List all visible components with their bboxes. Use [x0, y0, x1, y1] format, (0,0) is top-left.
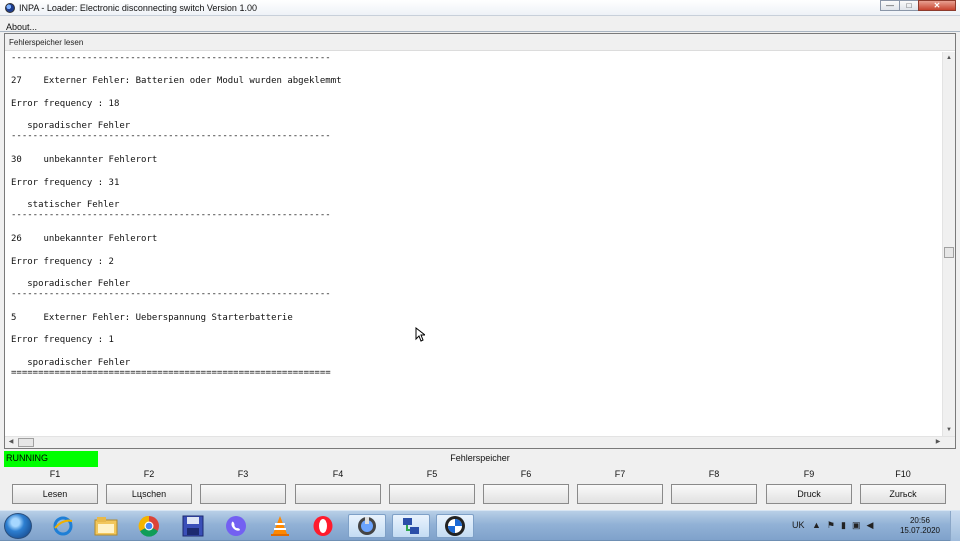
network-app-icon[interactable] — [392, 514, 430, 538]
maximize-button[interactable]: □ — [899, 0, 919, 11]
fault-frequency: Error frequency : 1 — [11, 335, 114, 345]
bmw-icon[interactable] — [436, 514, 474, 538]
vlc-icon[interactable] — [267, 514, 293, 538]
fault-entry-code: 26 unbekannter Fehlerort — [11, 234, 158, 244]
inpa-app-icon — [5, 2, 15, 13]
fault-entry-code: 30 unbekannter Fehlerort — [11, 155, 158, 165]
fkey-f7: F7 — [577, 467, 663, 507]
end-separator-line: ========================================… — [11, 368, 331, 378]
opera-icon[interactable] — [310, 514, 336, 538]
status-bar: Fehlerspeicher RUNNING — [0, 451, 960, 467]
scroll-down-arrow-icon[interactable]: ▼ — [943, 424, 955, 436]
window-controls: — □ ✕ — [880, 0, 956, 11]
f8-button[interactable] — [671, 484, 757, 504]
separator-line: ----------------------------------------… — [11, 131, 331, 141]
save-disk-icon[interactable] — [180, 514, 206, 538]
fkey-f5: F5 — [389, 467, 475, 507]
function-key-bar: F1 Lesen F2 Lцschen F3 F4 F5 F6 F7 F8 F9… — [0, 467, 960, 507]
fkey-f1: F1 Lesen — [12, 467, 98, 507]
loeschen-button[interactable]: Lцschen — [106, 484, 192, 504]
internet-explorer-icon[interactable] — [50, 514, 76, 538]
f4-button[interactable] — [295, 484, 381, 504]
window-title: INPA - Loader: Electronic disconnecting … — [19, 2, 257, 13]
minimize-button[interactable]: — — [880, 0, 900, 11]
horizontal-scroll-thumb[interactable] — [18, 438, 34, 447]
volume-icon[interactable]: ◀ — [866, 520, 873, 531]
horizontal-scrollbar[interactable]: ◀ ▶ — [5, 436, 955, 448]
druck-button[interactable]: Druck — [766, 484, 852, 504]
fault-frequency: Error frequency : 18 — [11, 99, 120, 109]
viber-icon[interactable] — [223, 514, 249, 538]
f7-button[interactable] — [577, 484, 663, 504]
f3-button[interactable] — [200, 484, 286, 504]
fkey-label: F6 — [520, 469, 532, 479]
fkey-f4: F4 — [295, 467, 381, 507]
fkey-f2: F2 Lцschen — [106, 467, 192, 507]
fkey-label: F10 — [895, 469, 911, 479]
scroll-left-arrow-icon[interactable]: ◀ — [6, 437, 16, 448]
f5-button[interactable] — [389, 484, 475, 504]
title-bar[interactable]: INPA - Loader: Electronic disconnecting … — [0, 0, 960, 16]
tray-icons: ▲ ⚑ ▮ ▣ ◀ — [812, 520, 873, 531]
fkey-label: F7 — [614, 469, 626, 479]
windows-taskbar: UK ▲ ⚑ ▮ ▣ ◀ 20:56 15.07.2020 — [0, 510, 960, 541]
fault-frequency: Error frequency : 2 — [11, 257, 114, 267]
fault-entry-code: 27 Externer Fehler: Batterien oder Modul… — [11, 76, 342, 86]
fkey-label: F2 — [143, 469, 155, 479]
battery-icon[interactable]: ▮ — [841, 520, 846, 531]
show-desktop-button[interactable] — [950, 511, 960, 541]
lesen-button[interactable]: Lesen — [12, 484, 98, 504]
fkey-f6: F6 — [483, 467, 569, 507]
mouse-cursor-icon — [415, 327, 425, 342]
fkey-label: F3 — [237, 469, 249, 479]
inpa-window: INPA - Loader: Electronic disconnecting … — [0, 0, 960, 510]
menu-bar: About... — [0, 17, 960, 32]
tray-expand-icon[interactable]: ▲ — [812, 520, 821, 531]
fkey-f3: F3 — [200, 467, 286, 507]
fkey-label: F5 — [426, 469, 438, 479]
chrome-icon[interactable] — [136, 514, 162, 538]
vertical-scrollbar[interactable]: ▲ ▼ — [942, 52, 955, 436]
separator-line: ----------------------------------------… — [11, 289, 331, 299]
f6-button[interactable] — [483, 484, 569, 504]
fault-memory-panel: Fehlerspeicher lesen -------------------… — [4, 33, 956, 449]
fkey-label: F8 — [708, 469, 720, 479]
panel-header: Fehlerspeicher lesen — [5, 34, 955, 51]
running-indicator: RUNNING — [4, 451, 98, 467]
fkey-label: F4 — [332, 469, 344, 479]
fault-frequency: Error frequency : 31 — [11, 178, 120, 188]
scroll-right-arrow-icon[interactable]: ▶ — [933, 437, 943, 448]
fkey-f10: F10 Zurьck — [860, 467, 946, 507]
close-button[interactable]: ✕ — [918, 0, 956, 11]
zurueck-button[interactable]: Zurьck — [860, 484, 946, 504]
fkey-label: F9 — [803, 469, 815, 479]
fkey-label: F1 — [49, 469, 61, 479]
clock-date: 15.07.2020 — [899, 526, 940, 535]
fkey-f9: F9 Druck — [766, 467, 852, 507]
network-icon[interactable]: ▣ — [852, 520, 861, 531]
action-center-icon[interactable]: ⚑ — [827, 520, 835, 531]
scroll-up-arrow-icon[interactable]: ▲ — [943, 52, 955, 64]
fault-text-area[interactable]: ----------------------------------------… — [5, 52, 942, 436]
separator-line: ----------------------------------------… — [11, 53, 331, 63]
vertical-scroll-thumb[interactable] — [944, 247, 954, 258]
start-button-icon[interactable] — [4, 513, 32, 539]
file-explorer-icon[interactable] — [93, 514, 119, 538]
separator-line: ----------------------------------------… — [11, 210, 331, 220]
system-clock[interactable]: 20:56 15.07.2020 — [900, 516, 940, 536]
menu-about[interactable]: About... — [0, 22, 37, 32]
status-title: Fehlerspeicher — [450, 453, 510, 463]
clock-time: 20:56 — [909, 516, 930, 525]
language-indicator[interactable]: UK — [792, 520, 805, 530]
fkey-f8: F8 — [671, 467, 757, 507]
inpa-icon[interactable] — [348, 514, 386, 538]
fault-entry-code: 5 Externer Fehler: Ueberspannung Starter… — [11, 313, 293, 323]
